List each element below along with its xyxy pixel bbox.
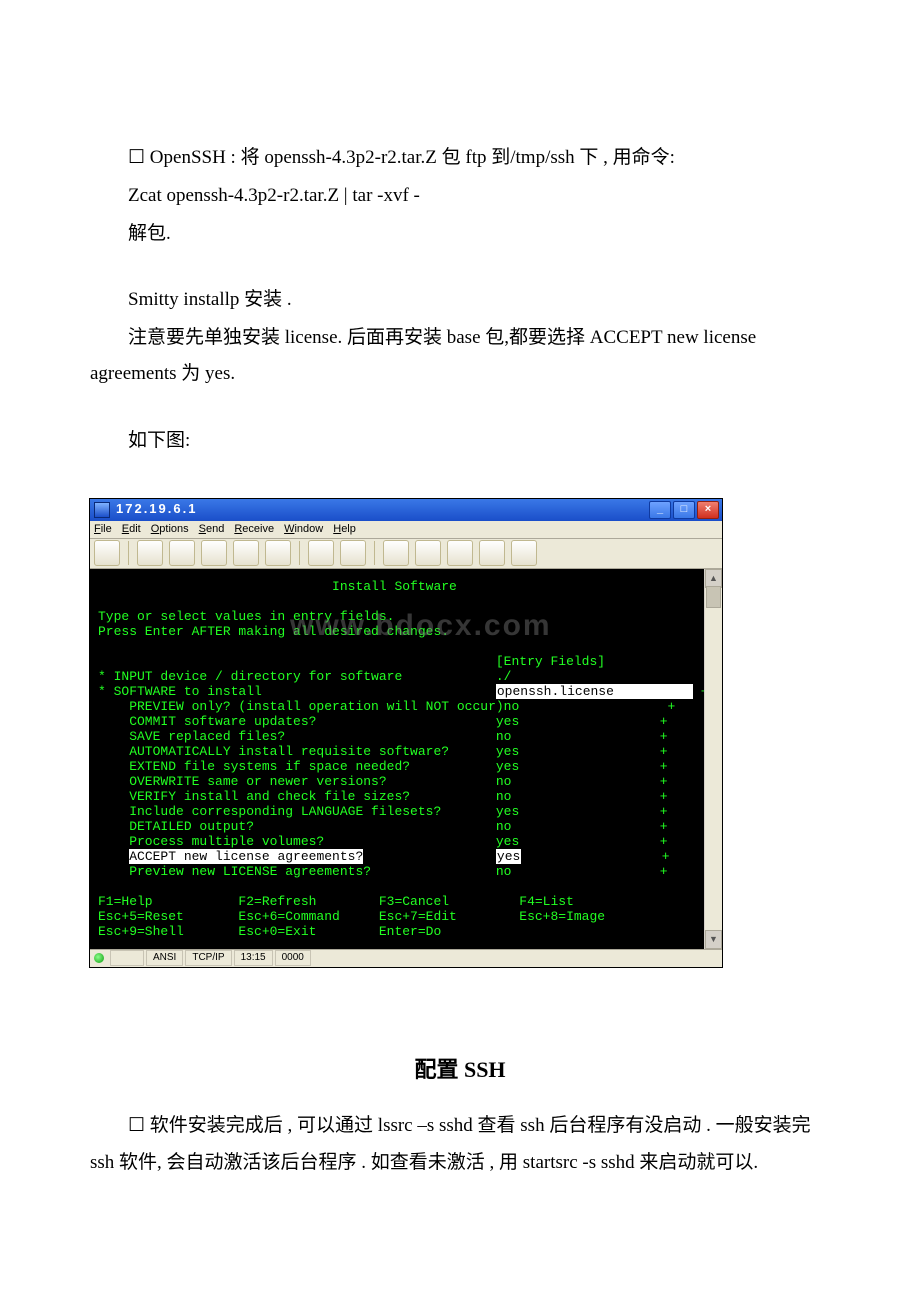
menu-help[interactable]: Help	[333, 519, 356, 540]
menu-window[interactable]: Window	[284, 519, 323, 540]
close-button[interactable]: ×	[697, 501, 719, 519]
scroll-thumb[interactable]	[706, 586, 721, 608]
para-asbelow: 如下图:	[90, 423, 830, 459]
toolbar-icon[interactable]	[511, 540, 537, 566]
app-icon	[94, 502, 110, 518]
status-led-icon	[94, 953, 104, 963]
toolbar-icon[interactable]	[479, 540, 505, 566]
para-unpack: 解包.	[90, 216, 830, 252]
window-title: 172.19.6.1	[116, 497, 647, 522]
toolbar-icon[interactable]	[447, 540, 473, 566]
terminal-screen[interactable]: Install Software Type or select values i…	[90, 569, 722, 949]
statusbar: ANSI TCP/IP 13:15 0000	[90, 949, 722, 967]
toolbar-icon[interactable]	[201, 540, 227, 566]
para-openssh-cmd: ☐ OpenSSH : 将 openssh-4.3p2-r2.tar.Z 包 f…	[90, 140, 830, 176]
toolbar-icon[interactable]	[233, 540, 259, 566]
terminal-window: 172.19.6.1 _ □ × File Edit Options Send …	[90, 499, 722, 967]
status-proto: TCP/IP	[185, 950, 231, 966]
menubar[interactable]: File Edit Options Send Receive Window He…	[90, 521, 722, 539]
toolbar-icon[interactable]	[265, 540, 291, 566]
status-time: 13:15	[234, 950, 273, 966]
status-cell	[110, 950, 144, 966]
status-mode: ANSI	[146, 950, 183, 966]
menu-send[interactable]: Send	[199, 519, 225, 540]
window-titlebar: 172.19.6.1 _ □ ×	[90, 499, 722, 521]
vertical-scrollbar[interactable]: ▲ ▼	[704, 569, 722, 949]
menu-edit[interactable]: Edit	[122, 519, 141, 540]
minimize-button[interactable]: _	[649, 501, 671, 519]
menu-receive[interactable]: Receive	[234, 519, 274, 540]
toolbar-icon[interactable]	[383, 540, 409, 566]
para-zcat: Zcat openssh-4.3p2-r2.tar.Z | tar -xvf -	[90, 178, 830, 214]
menu-file[interactable]: File	[94, 519, 112, 540]
toolbar-icon[interactable]	[137, 540, 163, 566]
toolbar-icon[interactable]	[415, 540, 441, 566]
para-license-note: 注意要先单独安装 license. 后面再安装 base 包,都要选择 ACCE…	[90, 320, 830, 392]
para-smitty: Smitty installp 安装 .	[90, 282, 830, 318]
toolbar-icon[interactable]	[340, 540, 366, 566]
status-extra: 0000	[275, 950, 311, 966]
menu-options[interactable]: Options	[151, 519, 189, 540]
maximize-button[interactable]: □	[673, 501, 695, 519]
toolbar-icon[interactable]	[169, 540, 195, 566]
para-after-install: ☐ 软件安装完成后 , 可以通过 lssrc –s sshd 查看 ssh 后台…	[90, 1108, 830, 1180]
toolbar-icon[interactable]	[308, 540, 334, 566]
toolbar-icon[interactable]	[94, 540, 120, 566]
scroll-down-arrow[interactable]: ▼	[705, 930, 722, 949]
toolbar	[90, 539, 722, 569]
heading-config-ssh: 配置 SSH	[90, 1049, 830, 1091]
